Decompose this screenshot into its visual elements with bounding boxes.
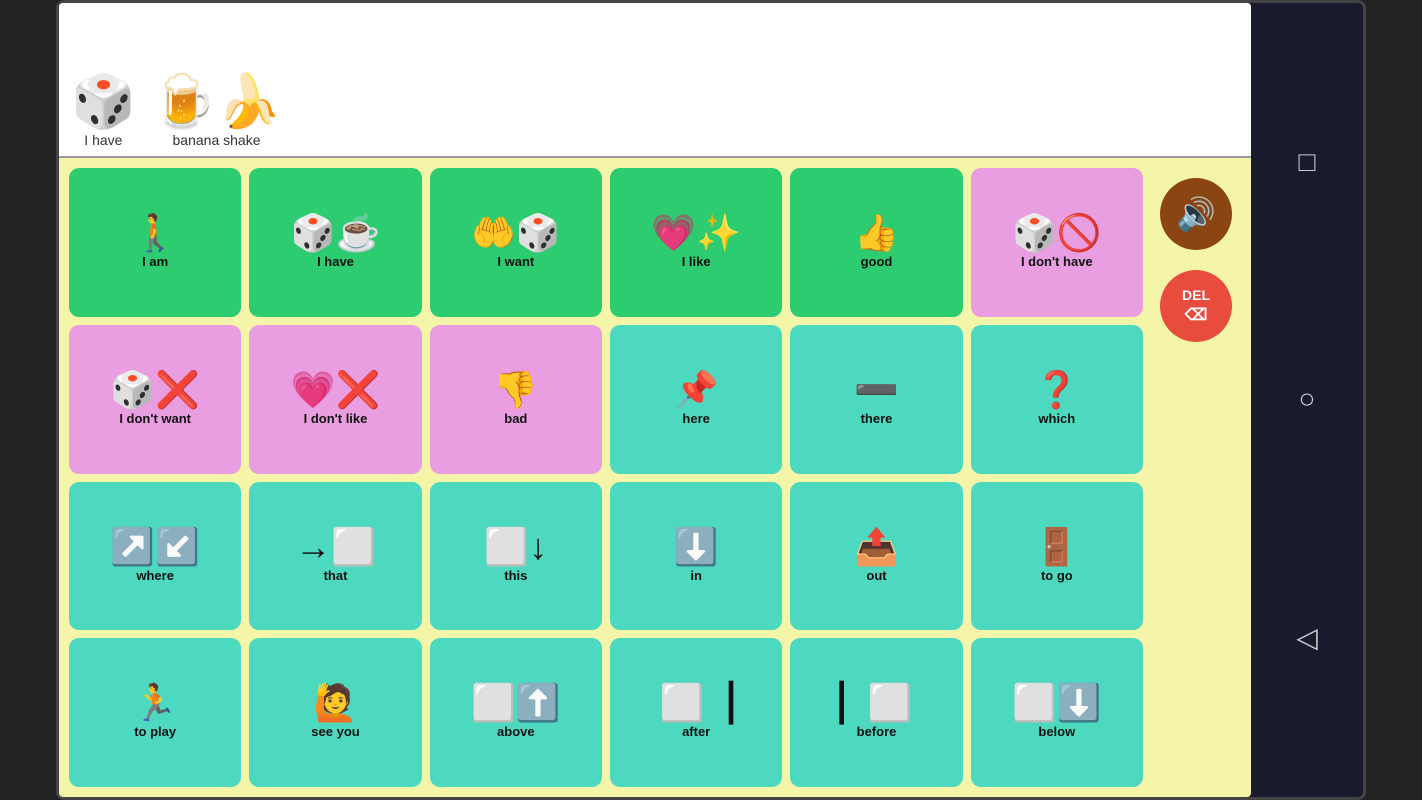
icon-this: ⬜↓ [484,529,547,565]
label-see-you: see you [311,725,359,739]
btn-after[interactable]: ⬜▕ after [610,638,782,787]
label-good: good [861,255,893,269]
btn-see-you[interactable]: 🙋 see you [249,638,421,787]
label-before: before [857,725,897,739]
btn-i-dont-have[interactable]: 🎲🚫 I don't have [971,168,1143,317]
icon-i-want: 🤲🎲 [471,215,561,251]
icon-i-like: 💗✨ [651,215,741,251]
delete-button[interactable]: DEL ⌫ [1160,270,1232,342]
btn-where[interactable]: ↗️↙️ where [69,482,241,631]
side-controls: 🔊 DEL ⌫ [1151,168,1241,787]
btn-i-dont-like[interactable]: 💗❌ I don't like [249,325,421,474]
icon-that: →⬜ [295,529,376,565]
icon-which: ❓ [1034,372,1079,408]
label-i-dont-have: I don't have [1021,255,1093,269]
label-that: that [324,569,348,583]
icon-see-you: 🙋 [313,685,358,721]
label-which: which [1038,412,1075,426]
label-after: after [682,725,710,739]
label-this: this [504,569,527,583]
btn-bad[interactable]: 👎 bad [430,325,602,474]
label-to-play: to play [134,725,176,739]
btn-good[interactable]: 👍 good [790,168,962,317]
label-bad: bad [504,412,527,426]
icon-where: ↗️↙️ [110,529,200,565]
label-i-have: I have [317,255,354,269]
btn-i-like[interactable]: 💗✨ I like [610,168,782,317]
label-i-want: I want [497,255,534,269]
icon-out: 📤 [854,529,899,565]
btn-i-dont-want[interactable]: 🎲❌ I don't want [69,325,241,474]
del-icon: ⌫ [1185,305,1208,325]
label-where: where [136,569,174,583]
icon-in: ⬇️ [674,529,719,565]
label-in: in [690,569,702,583]
btn-to-go[interactable]: 🚪 to go [971,482,1143,631]
sentence-bar: 🎲 I have 🍺🍌 banana shake [59,3,1251,158]
btn-out[interactable]: 📤 out [790,482,962,631]
btn-in[interactable]: ⬇️ in [610,482,782,631]
label-there: there [861,412,893,426]
label-here: here [682,412,709,426]
icon-here: 📌 [674,372,719,408]
btn-here[interactable]: 📌 here [610,325,782,474]
sentence-item-i-have: 🎲 I have [71,76,136,148]
nav-square-icon[interactable]: □ [1299,146,1316,178]
btn-i-am[interactable]: 🚶 I am [69,168,241,317]
icon-to-play: 🏃 [133,685,178,721]
speak-button[interactable]: 🔊 [1160,178,1232,250]
nav-back-icon[interactable]: ◁ [1296,621,1318,654]
btn-this[interactable]: ⬜↓ this [430,482,602,631]
btn-below[interactable]: ⬜⬇️ below [971,638,1143,787]
label-i-dont-want: I don't want [119,412,191,426]
icon-i-am: 🚶 [133,215,178,251]
label-i-am: I am [142,255,168,269]
icon-to-go: 🚪 [1034,529,1079,565]
icon-below: ⬜⬇️ [1012,685,1102,721]
speaker-icon: 🔊 [1176,195,1216,233]
btn-above[interactable]: ⬜⬆️ above [430,638,602,787]
buttons-grid: 🚶 I am 🎲☕ I have 🤲🎲 I want 💗✨ I like 👍 [69,168,1143,787]
screen: 🎲 I have 🍺🍌 banana shake 🚶 I am 🎲☕ I hav… [59,3,1251,797]
btn-before[interactable]: ▏⬜ before [790,638,962,787]
grid-area: 🚶 I am 🎲☕ I have 🤲🎲 I want 💗✨ I like 👍 [59,158,1251,797]
nav-circle-icon[interactable]: ○ [1299,383,1316,415]
nav-bar: □ ○ ◁ [1251,3,1363,797]
btn-i-have[interactable]: 🎲☕ I have [249,168,421,317]
btn-i-want[interactable]: 🤲🎲 I want [430,168,602,317]
icon-i-dont-like: 💗❌ [291,372,381,408]
icon-before: ▏⬜ [840,685,913,721]
sentence-label-banana-shake: banana shake [173,132,261,148]
sentence-icon-i-have: 🎲 [71,76,136,128]
phone-frame: 🎲 I have 🍺🍌 banana shake 🚶 I am 🎲☕ I hav… [56,0,1366,800]
btn-there[interactable]: ➖ there [790,325,962,474]
icon-i-have: 🎲☕ [291,215,381,251]
label-above: above [497,725,535,739]
sentence-icon-banana-shake: 🍺🍌 [152,76,282,128]
icon-above: ⬜⬆️ [471,685,561,721]
icon-i-dont-have: 🎲🚫 [1012,215,1102,251]
label-out: out [866,569,886,583]
icon-good: 👍 [854,215,899,251]
icon-i-dont-want: 🎲❌ [110,372,200,408]
label-to-go: to go [1041,569,1073,583]
icon-bad: 👎 [493,372,538,408]
icon-there: ➖ [854,372,899,408]
label-i-dont-like: I don't like [304,412,368,426]
icon-after: ⬜▕ [660,685,733,721]
sentence-item-banana-shake: 🍺🍌 banana shake [152,76,282,148]
sentence-label-i-have: I have [84,132,122,148]
btn-which[interactable]: ❓ which [971,325,1143,474]
btn-that[interactable]: →⬜ that [249,482,421,631]
btn-to-play[interactable]: 🏃 to play [69,638,241,787]
label-i-like: I like [682,255,711,269]
del-text: DEL [1182,287,1210,303]
label-below: below [1038,725,1075,739]
